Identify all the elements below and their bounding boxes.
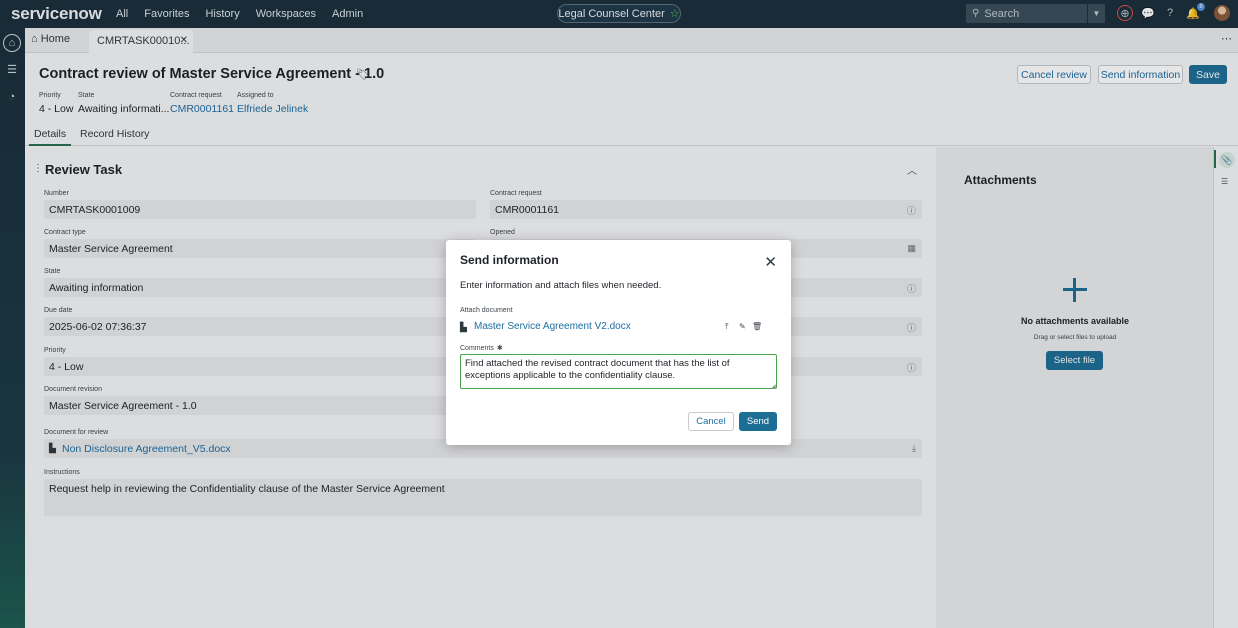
edit-icon[interactable]: ✎ (739, 322, 746, 331)
cancel-button[interactable]: Cancel (688, 412, 734, 431)
comments-textarea[interactable]: Find attached the revised contract docum… (460, 354, 777, 389)
resize-handle-icon[interactable]: ◢ (771, 383, 776, 390)
modal-description: Enter information and attach files when … (460, 280, 662, 291)
attached-document-link[interactable]: Master Service Agreement V2.docx (474, 321, 631, 332)
send-information-modal: Send information ✕ Enter information and… (446, 240, 791, 445)
close-icon[interactable]: ✕ (764, 253, 777, 271)
attach-document-label: Attach document (460, 307, 513, 314)
required-icon: ✱ (496, 345, 503, 352)
comments-label: Comments ✱ (460, 344, 503, 352)
comments-label-text: Comments (460, 345, 494, 352)
modal-title: Send information (460, 253, 559, 267)
send-button[interactable]: Send (739, 412, 777, 431)
upload-icon[interactable]: ⤒ (725, 322, 729, 332)
file-icon: ▙ (460, 322, 467, 332)
trash-icon[interactable]: 🗑 (752, 322, 762, 331)
